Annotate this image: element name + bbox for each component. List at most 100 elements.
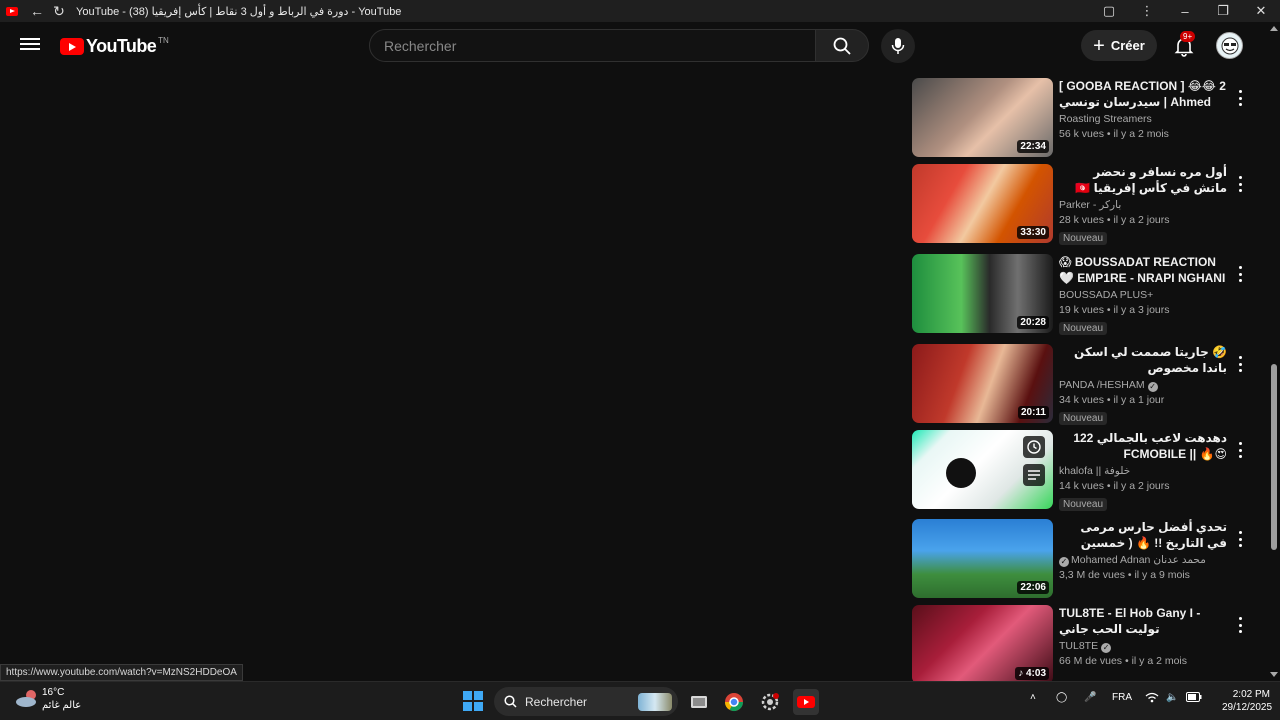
search-box [369, 29, 816, 62]
scroll-down-arrow-icon[interactable] [1270, 672, 1278, 677]
video-meta: 14 k vues • il y a 2 jours [1059, 480, 1170, 492]
weather-widget[interactable]: 16°C عالم غائم [14, 686, 81, 712]
scroll-up-arrow-icon[interactable] [1270, 26, 1278, 31]
page-scrollbar[interactable] [1268, 22, 1280, 682]
channel-name[interactable]: TUL8TE ✓ [1059, 639, 1227, 654]
channel-name[interactable]: BOUSSADA PLUS+ [1059, 288, 1227, 303]
back-icon[interactable]: ← [26, 0, 48, 22]
camera-icon[interactable]: ◯ [1056, 692, 1067, 703]
windows-start-icon[interactable] [463, 691, 483, 711]
video-title[interactable]: دهدهت لاعب بالجمالي 122 😍🔥 || FCMOBILE [1059, 430, 1227, 462]
upload-age: il y a 1 jour [1113, 394, 1165, 406]
show-hidden-icons-chevron-icon[interactable]: ˄ [1030, 692, 1036, 703]
video-title[interactable]: 🤣 جاريتا صممت لي اسكن باندا مخصوص [1059, 344, 1227, 376]
video-title[interactable]: TUL8TE - El Hob Gany I - توليت الحب جاني [1059, 605, 1227, 637]
view-count: 56 k vues [1059, 128, 1104, 140]
create-button[interactable]: + Créer [1081, 30, 1157, 61]
taskbar-search-label: Rechercher [525, 694, 588, 709]
video-title[interactable]: أول مره نسافر و نحضر ماتش في كأس إفريقيا… [1059, 164, 1227, 196]
link-status-url: https://www.youtube.com/watch?v=MzNS2HDD… [0, 664, 243, 681]
video-thumbnail[interactable]: 20:28 [912, 254, 1053, 333]
taskbar-search-box[interactable]: Rechercher [494, 687, 678, 716]
video-duration: 33:30 [1017, 226, 1049, 239]
plus-icon: + [1093, 34, 1105, 57]
channel-name[interactable]: Roasting Streamers [1059, 112, 1227, 127]
more-actions-icon[interactable] [1237, 531, 1243, 547]
reload-icon[interactable]: ↻ [48, 0, 70, 22]
logo-region: TN [158, 36, 169, 45]
video-thumbnail[interactable]: 33:30 [912, 164, 1053, 243]
browser-menu-icon[interactable]: ⋮ [1128, 0, 1166, 22]
view-count: 66 M de vues [1059, 655, 1123, 667]
upload-age: il y a 2 jours [1113, 480, 1170, 492]
video-duration: 20:28 [1017, 316, 1049, 329]
install-app-icon[interactable]: ▢ [1090, 0, 1128, 22]
channel-name-text: Mohamed Adnan محمد عدنان [1071, 554, 1206, 566]
upload-age: il y a 2 mois [1113, 128, 1169, 140]
more-actions-icon[interactable] [1237, 617, 1243, 633]
view-count: 28 k vues [1059, 214, 1104, 226]
more-actions-icon[interactable] [1237, 90, 1243, 106]
video-thumbnail[interactable]: 22:34 [912, 78, 1053, 157]
search-icon [833, 37, 851, 55]
add-to-queue-icon[interactable] [1023, 464, 1045, 486]
duration-text: 4:03 [1025, 668, 1046, 679]
voice-search-button[interactable] [881, 29, 915, 63]
settings-gear-icon[interactable] [757, 689, 783, 715]
search-icon [504, 695, 517, 708]
recommendation-item[interactable]: 22:06 تحدي أفضل حارس مرمى في التاريخ !! … [912, 519, 1252, 601]
window-controls: ▢ ⋮ – ❐ ✕ [1090, 0, 1280, 22]
video-title[interactable]: 😱 BOUSSADAT REACTION 🤍 EMP1RE - NRAPI NG… [1059, 254, 1227, 286]
search-input[interactable] [370, 30, 815, 61]
watch-later-icon[interactable] [1023, 436, 1045, 458]
video-thumbnail[interactable]: 22:06 [912, 519, 1053, 598]
input-language[interactable]: FRA [1112, 692, 1132, 703]
task-view-icon[interactable] [686, 689, 712, 715]
recommendation-item[interactable]: 20:28 😱 BOUSSADAT REACTION 🤍 EMP1RE - NR… [912, 254, 1252, 336]
close-icon[interactable]: ✕ [1242, 0, 1280, 22]
video-thumbnail[interactable]: 20:11 [912, 344, 1053, 423]
scrollbar-thumb[interactable] [1271, 364, 1277, 550]
system-clock[interactable]: 2:02 PM 29/12/2025 [1222, 688, 1273, 714]
video-meta: 19 k vues • il y a 3 jours [1059, 304, 1170, 316]
chrome-icon[interactable] [721, 689, 747, 715]
upload-age: il y a 3 jours [1113, 304, 1170, 316]
channel-name[interactable]: Parker - باركر [1059, 198, 1227, 213]
wifi-icon[interactable] [1145, 692, 1159, 706]
video-thumbnail[interactable]: ♪ 4:03 [912, 605, 1053, 684]
video-title[interactable]: تحدي أفضل حارس مرمى في التاريخ !! 🔥 ( خم… [1059, 519, 1227, 551]
more-actions-icon[interactable] [1237, 176, 1243, 192]
maximize-icon[interactable]: ❐ [1204, 0, 1242, 22]
search-button[interactable] [815, 29, 869, 62]
more-actions-icon[interactable] [1237, 266, 1243, 282]
minimize-icon[interactable]: – [1166, 0, 1204, 22]
windows-taskbar: 16°C عالم غائم Rechercher ˄ ◯ 🎤 FRA 🔈 2:… [0, 681, 1280, 720]
fc-mobile-logo [946, 458, 976, 488]
recommendation-item[interactable]: 20:11 🤣 جاريتا صممت لي اسكن باندا مخصوص … [912, 344, 1252, 426]
tab-title: YouTube - (38) دورة في الرباط و أول 3 نق… [76, 5, 402, 18]
youtube-app-icon[interactable] [793, 689, 819, 715]
battery-icon[interactable] [1186, 692, 1202, 705]
new-badge: Nouveau [1059, 412, 1108, 425]
clock-date: 29/12/2025 [1222, 702, 1273, 713]
channel-name[interactable]: khalofa || خلوفة [1059, 464, 1227, 479]
channel-name[interactable]: PANDA /HESHAM ✓ [1059, 378, 1227, 393]
verified-check-icon: ✓ [1147, 382, 1158, 392]
channel-name[interactable]: ✓ Mohamed Adnan محمد عدنان [1059, 553, 1227, 568]
more-actions-icon[interactable] [1237, 442, 1243, 458]
view-count: 19 k vues [1059, 304, 1104, 316]
recommendation-item[interactable]: ♪ 4:03 TUL8TE - El Hob Gany I - توليت ال… [912, 605, 1252, 687]
clock-time: 2:02 PM [1232, 689, 1270, 700]
volume-icon[interactable]: 🔈 [1166, 692, 1178, 703]
microphone-tray-icon[interactable]: 🎤 [1084, 692, 1096, 703]
video-thumbnail[interactable] [912, 430, 1053, 509]
hamburger-menu-icon[interactable] [20, 35, 40, 55]
video-title[interactable]: [ GOOBA REACTION ] 😂😂 2 سيدرسان تونسي | … [1059, 78, 1227, 110]
youtube-logo[interactable]: YouTube TN [60, 36, 169, 57]
recommendation-item[interactable]: 22:34 [ GOOBA REACTION ] 😂😂 2 سيدرسان تو… [912, 78, 1252, 160]
recommendation-item[interactable]: دهدهت لاعب بالجمالي 122 😍🔥 || FCMOBILE k… [912, 430, 1252, 512]
more-actions-icon[interactable] [1237, 356, 1243, 372]
account-avatar[interactable] [1216, 32, 1243, 59]
search-highlight-icon [638, 692, 672, 711]
recommendation-item[interactable]: 33:30 أول مره نسافر و نحضر ماتش في كأس إ… [912, 164, 1252, 246]
